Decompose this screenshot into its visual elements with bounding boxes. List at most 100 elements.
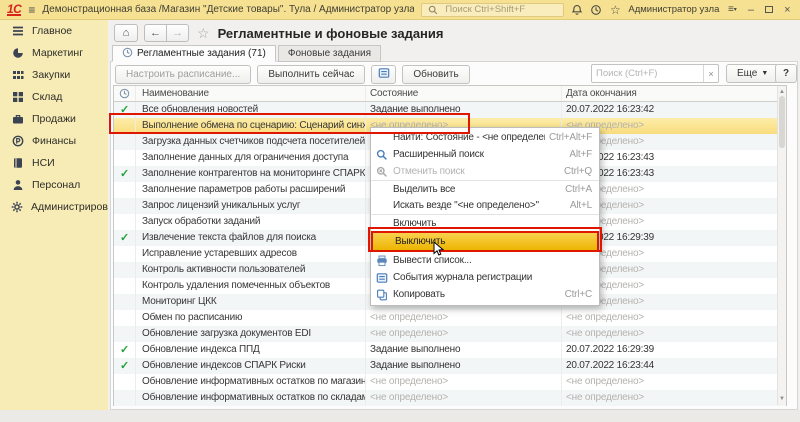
table-row[interactable]: ✓Обновление индекса ППДЗадание выполнено… (114, 342, 786, 358)
mouse-cursor (433, 242, 445, 257)
scroll-thumb[interactable] (779, 96, 785, 148)
clear-search-icon[interactable]: × (703, 65, 718, 82)
table-header[interactable]: Наименование Состояние Дата окончания (114, 86, 786, 102)
more-button[interactable]: Еще▼ (726, 64, 779, 83)
context-menu-item[interactable]: События журнала регистрации (371, 269, 599, 286)
vertical-scrollbar[interactable]: ▲ ▼ (777, 86, 786, 405)
sidebar-item-gear[interactable]: Администрирование (0, 196, 108, 218)
context-menu-item[interactable]: Расширенный поискAlt+F (371, 146, 599, 163)
scroll-down-icon[interactable]: ▼ (778, 395, 786, 403)
column-header-state[interactable]: Состояние (366, 86, 562, 101)
back-button[interactable]: ← (144, 24, 167, 42)
table-row[interactable]: ✓Обновление индексов СПАРК РискиЗадание … (114, 358, 786, 374)
close-button[interactable]: × (782, 5, 793, 15)
context-menu-item[interactable]: Найти: Состояние - <не определено>Ctrl+A… (371, 129, 599, 146)
event-log-button[interactable] (371, 65, 396, 84)
menu-item-shortcut: Ctrl+A (561, 184, 599, 195)
sidebar-item-case[interactable]: Продажи (0, 108, 108, 130)
grid-icon (11, 91, 24, 103)
job-end-date: 20.07.2022 16:23:42 (562, 102, 786, 118)
job-name: Заполнение контрагентов на мониторинге С… (136, 166, 366, 182)
service-menu-icon[interactable]: ≡▾ (726, 2, 738, 17)
job-name: Контроль активности пользователей (136, 262, 366, 278)
tab-scheduled-jobs[interactable]: Регламентные задания (71) (112, 45, 276, 62)
context-menu-item[interactable]: КопироватьCtrl+C (371, 286, 599, 303)
table-row[interactable]: Обмен по расписанию<не определено><не оп… (114, 310, 786, 326)
table-search[interactable]: × (591, 64, 719, 83)
menu-item-shortcut: Ctrl+Q (560, 166, 599, 177)
forward-button[interactable]: → (166, 24, 189, 42)
sidebar-item-cart[interactable]: Закупки (0, 64, 108, 86)
enabled-cell-empty (114, 134, 136, 150)
context-menu-item[interactable]: Выделить всеCtrl+A (371, 180, 599, 197)
menu-item-label: Найти: Состояние - <не определено> (393, 132, 545, 143)
job-end-date: <не определено> (562, 390, 786, 406)
global-search[interactable] (421, 3, 564, 17)
global-search-input[interactable] (443, 3, 559, 16)
page-title: Регламентные и фоновые задания (218, 26, 444, 41)
enabled-cell-empty (114, 294, 136, 310)
job-state: Задание выполнено (366, 342, 562, 358)
clock-icon (122, 47, 133, 61)
sidebar-item-pie[interactable]: Маркетинг (0, 42, 108, 64)
sidebar-item-menu[interactable]: Главное (0, 20, 108, 42)
schedule-clock-icon (114, 86, 136, 101)
sidebar-item-coin[interactable]: Финансы (0, 130, 108, 152)
run-now-button[interactable]: Выполнить сейчас (257, 65, 365, 84)
sidebar-item-label: НСИ (32, 157, 55, 169)
scroll-up-icon[interactable]: ▲ (778, 88, 786, 96)
enabled-cell-empty (114, 278, 136, 294)
tab-background-jobs[interactable]: Фоновые задания (278, 45, 381, 62)
favorites-star-icon[interactable]: ☆ (609, 2, 621, 17)
app-logo[interactable]: 1С (7, 4, 21, 16)
enabled-check-icon: ✓ (114, 230, 136, 246)
maximize-button[interactable] (764, 5, 775, 15)
job-name: Запрос лицензий уникальных услуг (136, 198, 366, 214)
context-menu-item[interactable]: Включить (371, 214, 599, 231)
context-menu-item[interactable]: Отменить поискCtrl+Q (371, 163, 599, 180)
job-name: Все обновления новостей (136, 102, 366, 118)
minimize-button[interactable]: – (745, 5, 756, 15)
table-row[interactable]: Обновление информативных остатков по скл… (114, 390, 786, 406)
job-name: Мониторинг ЦКК (136, 294, 366, 310)
enabled-cell-empty (114, 326, 136, 342)
configure-schedule-button[interactable]: Настроить расписание... (115, 65, 251, 84)
column-header-enddate[interactable]: Дата окончания (562, 86, 786, 101)
refresh-button[interactable]: Обновить (402, 65, 469, 84)
job-name: Заполнение параметров работы расширений (136, 182, 366, 198)
table-row[interactable]: ✓Все обновления новостейЗадание выполнен… (114, 102, 786, 118)
job-name: Заполнение данных для ограничения доступ… (136, 150, 366, 166)
context-menu-item[interactable]: Выключить (371, 231, 599, 252)
column-header-name[interactable]: Наименование (136, 86, 366, 101)
home-button[interactable]: ⌂ (114, 24, 138, 42)
table-row[interactable]: Обновление загрузка документов EDI<не оп… (114, 326, 786, 342)
context-menu-item[interactable]: Вывести список... (371, 252, 599, 269)
table-row[interactable]: Обновление информативных остатков по маг… (114, 374, 786, 390)
job-name: Контроль удаления помеченных объектов (136, 278, 366, 294)
enabled-check-icon: ✓ (114, 358, 136, 374)
menu-item-label: Отменить поиск (393, 166, 560, 177)
menu-item-label: Выключить (395, 236, 586, 247)
help-button[interactable]: ? (775, 64, 797, 83)
table-search-input[interactable] (592, 68, 703, 79)
notifications-bell-icon[interactable] (571, 2, 583, 17)
job-name: Обновление информативных остатков по маг… (136, 374, 366, 390)
sidebar-item-book[interactable]: НСИ (0, 152, 108, 174)
sidebar-item-label: Финансы (32, 135, 76, 147)
window-titlebar: 1С ≡ Демонстрационная база /Магазин "Дет… (0, 0, 800, 20)
copy-icon (371, 289, 393, 301)
book-icon (11, 157, 24, 169)
sidebar-item-label: Закупки (32, 69, 70, 81)
main-menu-icon[interactable]: ≡ (28, 5, 35, 15)
enabled-cell-empty (114, 150, 136, 166)
favorite-star-icon[interactable]: ☆ (197, 25, 210, 42)
sidebar-item-person[interactable]: Персонал (0, 174, 108, 196)
enabled-cell-empty (114, 118, 136, 134)
enabled-check-icon: ✓ (114, 102, 136, 118)
job-name: Обновление индекса ППД (136, 342, 366, 358)
job-name: Обновление загрузка документов EDI (136, 326, 366, 342)
history-icon[interactable] (590, 2, 602, 17)
current-user[interactable]: Администратор узла (628, 4, 719, 15)
sidebar-item-grid[interactable]: Склад (0, 86, 108, 108)
context-menu-item[interactable]: Искать везде "<не определено>"Alt+L (371, 197, 599, 214)
